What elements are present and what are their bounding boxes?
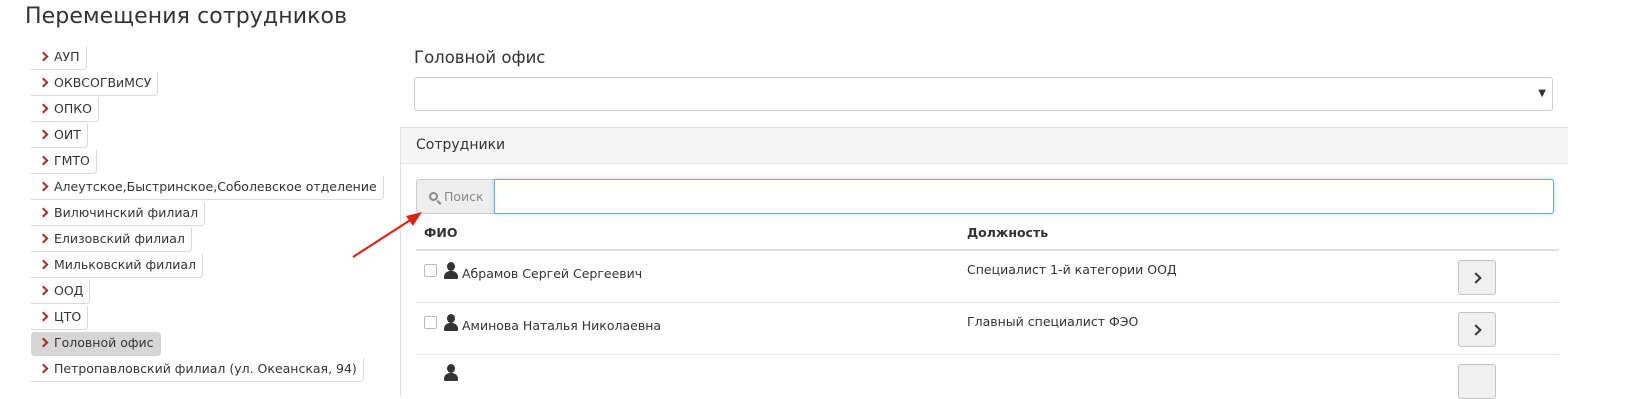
chevron-right-icon bbox=[38, 129, 49, 140]
sidebar-item-label: ОКВСОГВиМСУ bbox=[54, 75, 152, 90]
chevron-right-icon bbox=[38, 285, 49, 296]
sidebar-item-label: ГМТО bbox=[54, 153, 90, 168]
chevron-right-icon bbox=[38, 77, 49, 88]
panel-title: Сотрудники bbox=[401, 128, 1568, 164]
user-icon bbox=[443, 262, 459, 279]
chevron-right-icon bbox=[38, 207, 49, 218]
sidebar-item-label: АУП bbox=[54, 49, 80, 64]
employee-name: Аминова Наталья Николаевна bbox=[462, 318, 662, 333]
chevron-right-icon bbox=[1470, 324, 1482, 336]
open-employee-button[interactable] bbox=[1458, 364, 1496, 399]
sidebar-item-label: Елизовский филиал bbox=[54, 231, 185, 246]
office-label: Головной офис bbox=[414, 48, 546, 67]
chevron-right-icon bbox=[38, 155, 49, 166]
sidebar-item-cto[interactable]: ЦТО bbox=[31, 306, 89, 330]
search-icon bbox=[429, 192, 438, 201]
open-employee-button[interactable] bbox=[1458, 312, 1496, 347]
sidebar-item-label: Алеутское,Быстринское,Соболевское отделе… bbox=[54, 179, 377, 194]
search-input[interactable] bbox=[494, 179, 1554, 214]
sidebar-item-aleutskoe[interactable]: Алеутское,Быстринское,Соболевское отделе… bbox=[31, 176, 384, 200]
sidebar-item-aup[interactable]: АУП bbox=[31, 46, 87, 70]
open-employee-button[interactable] bbox=[1458, 260, 1496, 295]
sidebar-item-elizovsky[interactable]: Елизовский филиал bbox=[31, 228, 192, 252]
sidebar-item-opko[interactable]: ОПКО bbox=[31, 98, 99, 122]
chevron-right-icon bbox=[38, 337, 49, 348]
page-title: Перемещения сотрудников bbox=[25, 4, 348, 29]
chevron-right-icon bbox=[38, 51, 49, 62]
table-row: Абрамов Сергей Сергеевич Специалист 1-й … bbox=[416, 251, 1559, 303]
sidebar-item-gmto[interactable]: ГМТО bbox=[31, 150, 97, 174]
sidebar-item-label: ОПКО bbox=[54, 101, 92, 116]
sidebar-item-label: Петропавловский филиал (ул. Океанская, 9… bbox=[54, 361, 357, 376]
chevron-right-icon bbox=[38, 103, 49, 114]
caret-down-icon: ▼ bbox=[1538, 88, 1546, 99]
sidebar-item-okvsogvimsu[interactable]: ОКВСОГВиМСУ bbox=[31, 72, 159, 96]
chevron-right-icon bbox=[38, 363, 49, 374]
chevron-right-icon bbox=[38, 181, 49, 192]
table-row: Аминова Наталья Николаевна Главный специ… bbox=[416, 303, 1559, 355]
user-icon bbox=[443, 314, 459, 331]
sidebar-item-vilyuchinsky[interactable]: Вилючинский филиал bbox=[31, 202, 206, 226]
employee-name: Абрамов Сергей Сергеевич bbox=[462, 266, 643, 281]
user-icon bbox=[443, 364, 459, 381]
sidebar-item-label: Вилючинский филиал bbox=[54, 205, 199, 220]
row-checkbox[interactable] bbox=[424, 316, 437, 329]
search-addon-label: Поиск bbox=[444, 189, 484, 204]
sidebar-item-label: Мильковский филиал bbox=[54, 257, 197, 272]
employee-position: Специалист 1-й категории ООД bbox=[967, 262, 1177, 277]
chevron-right-icon bbox=[38, 311, 49, 322]
sidebar-item-label: ОИТ bbox=[54, 127, 81, 142]
employee-position: Главный специалист ФЭО bbox=[967, 314, 1139, 329]
sidebar-item-label: Головной офис bbox=[54, 335, 154, 350]
sidebar-item-ood[interactable]: ООД bbox=[31, 280, 91, 304]
chevron-right-icon bbox=[1470, 272, 1482, 284]
row-checkbox[interactable] bbox=[424, 264, 437, 277]
employees-panel: Сотрудники Поиск ФИО Должность Абрамов С… bbox=[400, 127, 1568, 399]
sidebar-item-label: ООД bbox=[54, 283, 84, 298]
chevron-right-icon bbox=[38, 233, 49, 244]
chevron-right-icon bbox=[38, 259, 49, 270]
sidebar-item-oit[interactable]: ОИТ bbox=[31, 124, 88, 148]
sidebar-item-label: ЦТО bbox=[54, 309, 82, 324]
table-row-partial bbox=[416, 356, 1559, 399]
sidebar-item-milkovsky[interactable]: Мильковский филиал bbox=[31, 254, 204, 278]
office-select[interactable]: ▼ bbox=[414, 77, 1553, 111]
annotation-arrow bbox=[352, 212, 422, 258]
column-header-position: Должность bbox=[967, 225, 1049, 240]
department-list: АУП ОКВСОГВиМСУ ОПКО ОИТ ГМТО Алеутское,… bbox=[30, 46, 384, 384]
sidebar-item-head-office[interactable]: Головной офис bbox=[31, 332, 161, 356]
sidebar-item-petropavlovsky[interactable]: Петропавловский филиал (ул. Океанская, 9… bbox=[31, 358, 364, 382]
